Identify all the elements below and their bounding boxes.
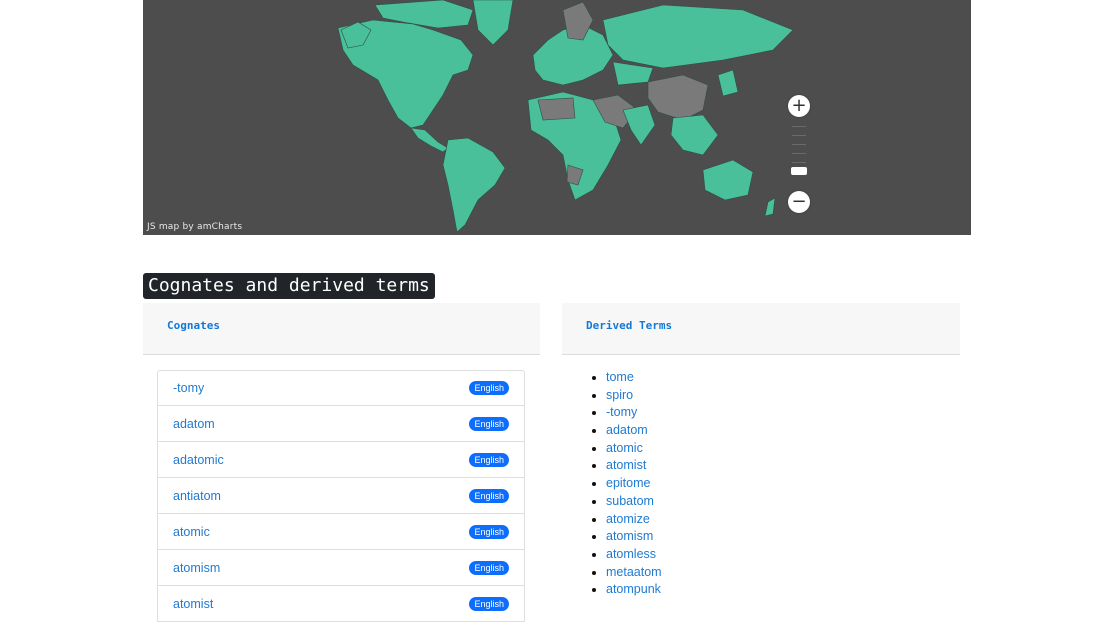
map-credit[interactable]: JS map by amCharts xyxy=(147,222,242,232)
list-item: metaatom xyxy=(606,564,662,582)
derived-term-link[interactable]: epitome xyxy=(606,476,650,490)
language-badge: English xyxy=(469,524,509,539)
cognate-link[interactable]: adatom xyxy=(173,417,215,431)
derived-term-link[interactable]: -tomy xyxy=(606,405,637,419)
region-australia xyxy=(702,159,754,201)
region-south-america xyxy=(442,137,506,233)
region-japan xyxy=(717,69,739,97)
cognate-link[interactable]: adatomic xyxy=(173,453,224,467)
list-item: atompunk xyxy=(606,581,662,599)
cognate-link[interactable]: -tomy xyxy=(173,381,204,395)
list-item: adatom xyxy=(606,422,662,440)
derived-term-link[interactable]: atomism xyxy=(606,529,653,543)
region-russia xyxy=(602,4,794,69)
derived-term-link[interactable]: atomic xyxy=(606,441,643,455)
language-badge: English xyxy=(469,452,509,467)
minus-icon: − xyxy=(791,191,807,212)
cognates-header-label: Cognates xyxy=(167,319,220,332)
cognate-link[interactable]: atomism xyxy=(173,561,220,575)
plus-icon: + xyxy=(791,95,807,116)
cognate-link[interactable]: atomic xyxy=(173,525,210,539)
derived-term-link[interactable]: atompunk xyxy=(606,582,661,596)
derived-term-link[interactable]: spiro xyxy=(606,388,633,402)
derived-term-link[interactable]: atomize xyxy=(606,512,650,526)
list-item: -tomy xyxy=(606,404,662,422)
language-badge: English xyxy=(469,560,509,575)
list-item: adatomic English xyxy=(157,442,525,478)
list-item: atomless xyxy=(606,546,662,564)
section-title: Cognates and derived terms xyxy=(143,273,435,299)
list-item: tome xyxy=(606,369,662,387)
cognates-list: -tomy English adatom English adatomic En… xyxy=(157,370,525,622)
derived-term-link[interactable]: subatom xyxy=(606,494,654,508)
region-india xyxy=(622,104,656,146)
derived-term-link[interactable]: tome xyxy=(606,370,634,384)
language-badge: English xyxy=(469,596,509,611)
derived-term-link[interactable]: metaatom xyxy=(606,565,662,579)
zoom-in-button[interactable]: + xyxy=(788,95,810,117)
cognate-link[interactable]: antiatom xyxy=(173,489,221,503)
list-item: epitome xyxy=(606,475,662,493)
list-item: atomic xyxy=(606,440,662,458)
list-item: atomic English xyxy=(157,514,525,550)
region-southeast-asia xyxy=(670,114,719,156)
language-badge: English xyxy=(469,381,509,395)
region-central-asia xyxy=(612,61,654,86)
list-item: antiatom English xyxy=(157,478,525,514)
derived-terms-list: tome spiro -tomy adatom atomic atomist e… xyxy=(594,369,662,599)
language-badge: English xyxy=(469,416,509,431)
list-item: atomize xyxy=(606,511,662,529)
list-item: atomist English xyxy=(157,586,525,622)
derived-header-label: Derived Terms xyxy=(586,319,673,332)
zoom-slider-thumb[interactable] xyxy=(791,167,807,175)
region-sahara-gray xyxy=(537,97,576,121)
list-item: atomism xyxy=(606,528,662,546)
region-new-zealand xyxy=(764,197,776,217)
world-map-svg[interactable] xyxy=(143,0,971,235)
cognates-panel-header: Cognates xyxy=(143,303,540,355)
list-item: adatom English xyxy=(157,406,525,442)
list-item: spiro xyxy=(606,387,662,405)
zoom-out-button[interactable]: − xyxy=(788,191,810,213)
region-central-america xyxy=(410,127,449,153)
cognate-link[interactable]: atomist xyxy=(173,597,213,611)
world-map[interactable]: JS map by amCharts xyxy=(143,0,971,235)
derived-term-link[interactable]: atomless xyxy=(606,547,656,561)
list-item: atomism English xyxy=(157,550,525,586)
list-item: subatom xyxy=(606,493,662,511)
list-item: atomist xyxy=(606,457,662,475)
region-china xyxy=(647,74,709,121)
derived-term-link[interactable]: atomist xyxy=(606,458,646,472)
derived-panel-header: Derived Terms xyxy=(562,303,960,355)
derived-term-link[interactable]: adatom xyxy=(606,423,648,437)
language-badge: English xyxy=(469,488,509,503)
region-greenland xyxy=(472,0,514,46)
list-item: -tomy English xyxy=(157,370,525,406)
